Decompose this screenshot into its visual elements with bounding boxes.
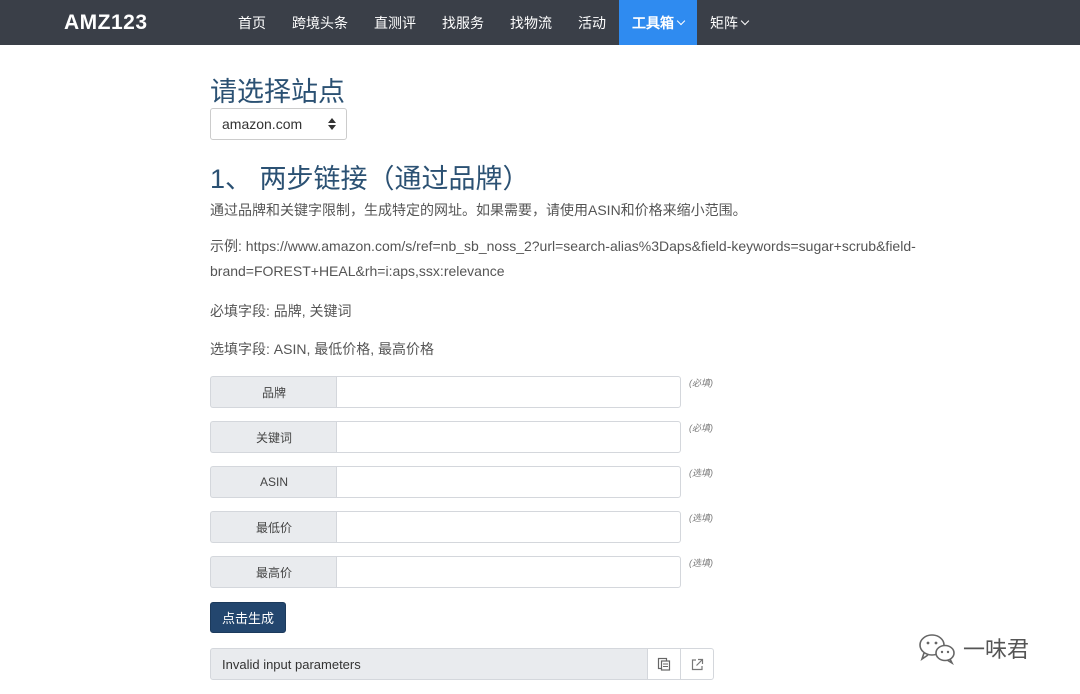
form-row-max-price: 最高价 (选填) bbox=[210, 556, 730, 588]
form-row-brand: 品牌 (必填) bbox=[210, 376, 730, 408]
field-label: 最低价 bbox=[210, 511, 337, 543]
nav-item-label: 首页 bbox=[238, 14, 266, 31]
nav-item-label: 找服务 bbox=[442, 14, 484, 31]
field-hint: (选填) bbox=[689, 468, 713, 478]
field-hint: (必填) bbox=[689, 378, 713, 388]
example-url-line-1: 示例: https://www.amazon.com/s/ref=nb_sb_n… bbox=[210, 238, 916, 254]
optional-fields-note: 选填字段: ASIN, 最低价格, 最高价格 bbox=[210, 341, 435, 357]
field-hint: (必填) bbox=[689, 423, 713, 433]
copy-icon bbox=[657, 657, 671, 671]
nav-item-label: 跨境头条 bbox=[292, 14, 348, 31]
nav-item-label: 直测评 bbox=[374, 14, 416, 31]
open-link-button[interactable] bbox=[680, 648, 714, 680]
nav-item-home[interactable]: 首页 bbox=[225, 0, 279, 45]
form-row-asin: ASIN (选填) bbox=[210, 466, 730, 498]
field-label: 最高价 bbox=[210, 556, 337, 588]
site-select-title: 请选择站点 bbox=[210, 77, 345, 107]
asin-input[interactable] bbox=[336, 466, 681, 498]
wechat-icon bbox=[919, 634, 955, 665]
section-title: 1、 两步链接（通过品牌） bbox=[210, 164, 530, 194]
watermark: 一味君 bbox=[917, 631, 1029, 665]
brand-logo[interactable]: AMZ123 bbox=[64, 11, 148, 35]
field-hint: (选填) bbox=[689, 558, 713, 568]
nav-item-events[interactable]: 活动 bbox=[565, 0, 619, 45]
keyword-input[interactable] bbox=[336, 421, 681, 453]
nav-item-label: 工具箱 bbox=[632, 14, 674, 31]
site-select[interactable]: amazon.com bbox=[210, 108, 347, 140]
min-price-input[interactable] bbox=[336, 511, 681, 543]
nav-item-services[interactable]: 找服务 bbox=[429, 0, 497, 45]
section-description: 通过品牌和关键字限制，生成特定的网址。如果需要，请使用ASIN和价格来缩小范围。 bbox=[210, 202, 747, 218]
sort-arrows-icon bbox=[328, 118, 336, 132]
external-link-icon bbox=[691, 658, 703, 670]
nav-item-label: 活动 bbox=[578, 14, 606, 31]
watermark-text: 一味君 bbox=[963, 637, 1030, 662]
nav-item-label: 矩阵 bbox=[710, 14, 738, 31]
example-url-line-2: brand=FOREST+HEAL&rh=i:aps,ssx:relevance bbox=[210, 263, 505, 279]
copy-button[interactable] bbox=[647, 648, 681, 680]
brand-input[interactable] bbox=[336, 376, 681, 408]
nav-item-toolbox[interactable]: 工具箱 bbox=[619, 0, 697, 45]
main-nav: 首页 跨境头条 直测评 找服务 找物流 活动 工具箱 矩阵 bbox=[225, 0, 761, 45]
chevron-down-icon bbox=[740, 16, 750, 26]
chevron-down-icon bbox=[676, 16, 686, 26]
max-price-input[interactable] bbox=[336, 556, 681, 588]
nav-item-matrix[interactable]: 矩阵 bbox=[697, 0, 761, 45]
nav-item-logistics[interactable]: 找物流 bbox=[497, 0, 565, 45]
nav-item-review[interactable]: 直测评 bbox=[361, 0, 429, 45]
field-hint: (选填) bbox=[689, 513, 713, 523]
form-row-keyword: 关键词 (必填) bbox=[210, 421, 730, 453]
generate-button[interactable]: 点击生成 bbox=[210, 602, 286, 633]
field-label: 关键词 bbox=[210, 421, 337, 453]
field-label: 品牌 bbox=[210, 376, 337, 408]
site-select-value: amazon.com bbox=[222, 116, 303, 132]
form-row-min-price: 最低价 (选填) bbox=[210, 511, 730, 543]
required-fields-note: 必填字段: 品牌, 关键词 bbox=[210, 303, 352, 319]
nav-item-label: 找物流 bbox=[510, 14, 552, 31]
result-group: Invalid input parameters bbox=[210, 648, 716, 680]
top-navbar: AMZ123 首页 跨境头条 直测评 找服务 找物流 活动 工具箱 矩阵 bbox=[0, 0, 1080, 45]
field-label: ASIN bbox=[210, 466, 337, 498]
result-output[interactable]: Invalid input parameters bbox=[210, 648, 648, 680]
nav-item-news[interactable]: 跨境头条 bbox=[279, 0, 361, 45]
